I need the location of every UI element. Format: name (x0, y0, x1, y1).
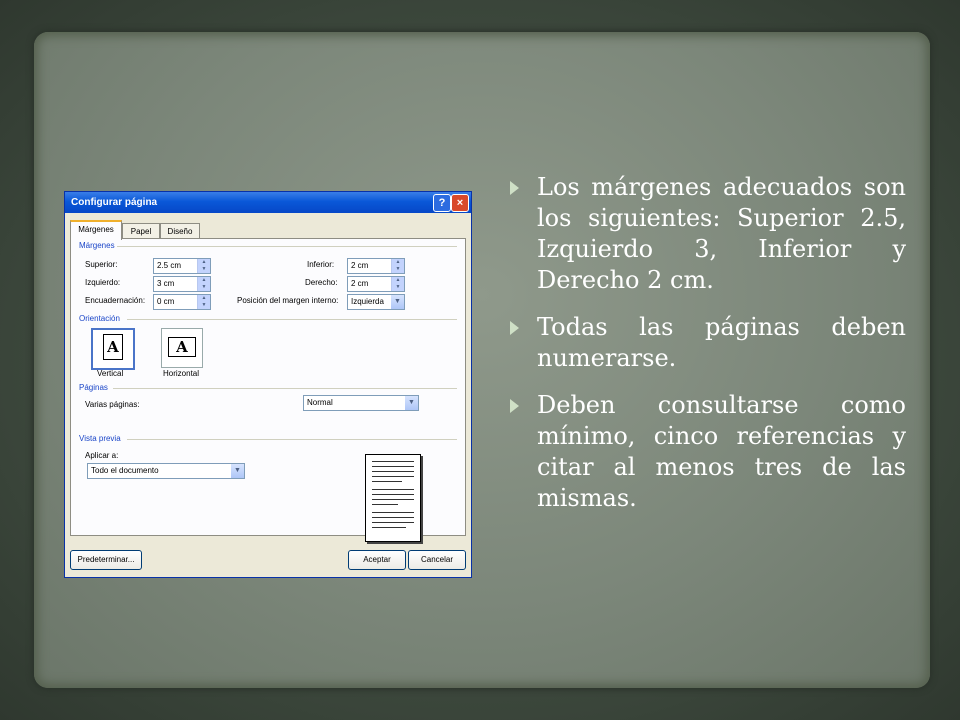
spin-up-icon[interactable]: ▲ (198, 295, 210, 302)
help-button[interactable]: ? (433, 194, 451, 212)
spin-down-icon[interactable]: ▼ (392, 284, 404, 291)
dialog-title: Configurar página (71, 197, 158, 208)
spin-up-icon[interactable]: ▲ (392, 277, 404, 284)
tab-papel[interactable]: Papel (122, 223, 160, 239)
posicion-margen-select[interactable]: Izquierda ▼ (347, 294, 405, 310)
triangle-bullet-icon (510, 399, 519, 413)
posicion-margen-label: Posición del margen interno: (237, 296, 339, 305)
encuadernacion-value: 0 cm (157, 297, 175, 306)
preview-line (372, 471, 414, 472)
derecho-label: Derecho: (305, 278, 338, 287)
inferior-spin-buttons[interactable]: ▲ ▼ (391, 259, 404, 273)
preview-line (372, 476, 414, 477)
predeterminar-button[interactable]: Predeterminar... (70, 550, 142, 570)
spin-up-icon[interactable]: ▲ (198, 277, 210, 284)
encuadernacion-spin-buttons[interactable]: ▲ ▼ (197, 295, 210, 309)
spin-down-icon[interactable]: ▼ (198, 302, 210, 309)
triangle-bullet-icon (510, 181, 519, 195)
preview-line (372, 494, 414, 495)
spin-up-icon[interactable]: ▲ (392, 259, 404, 266)
bullet-text: Todas las páginas deben numerarse. (537, 313, 906, 372)
chevron-down-icon[interactable]: ▼ (405, 396, 418, 410)
preview-line (372, 522, 414, 523)
preview-group-label: Vista previa (79, 434, 121, 443)
preview-line (372, 512, 414, 513)
tab-margenes[interactable]: Márgenes (70, 220, 122, 240)
varias-paginas-select[interactable]: Normal ▼ (303, 395, 419, 411)
preview-line (372, 527, 406, 528)
superior-label: Superior: (85, 260, 118, 269)
preview-line (372, 466, 414, 467)
varias-paginas-value: Normal (307, 398, 333, 407)
margins-group-divider (117, 246, 457, 247)
spin-down-icon[interactable]: ▼ (198, 284, 210, 291)
dialog-titlebar: Configurar página ? × (65, 192, 471, 213)
encuadernacion-spinner[interactable]: 0 cm ▲ ▼ (153, 294, 211, 310)
varias-paginas-label: Varias páginas: (85, 400, 140, 409)
preview-line (372, 517, 414, 518)
chevron-down-icon[interactable]: ▼ (231, 464, 244, 478)
pages-group-divider (113, 388, 457, 389)
close-button[interactable]: × (451, 194, 469, 212)
preview-line (372, 481, 402, 482)
horizontal-label: Horizontal (163, 369, 200, 378)
preview-group-divider (127, 439, 457, 440)
derecho-spin-buttons[interactable]: ▲ ▼ (391, 277, 404, 291)
margins-group-label: Márgenes (79, 241, 115, 250)
bullet-text: Deben consultarse como mínimo, cinco ref… (537, 391, 906, 512)
landscape-page-icon: A (168, 337, 196, 357)
derecho-spinner[interactable]: 2 cm ▲ ▼ (347, 276, 405, 292)
superior-spinner[interactable]: 2.5 cm ▲ ▼ (153, 258, 211, 274)
spin-down-icon[interactable]: ▼ (198, 266, 210, 273)
preview-line (372, 461, 414, 462)
chevron-down-icon[interactable]: ▼ (391, 295, 404, 309)
inferior-spinner[interactable]: 2 cm ▲ ▼ (347, 258, 405, 274)
preview-line (372, 499, 414, 500)
preview-line (372, 504, 398, 505)
bullet-text: Los márgenes adecuados son los siguiente… (537, 173, 906, 294)
bullet-item: Todas las páginas deben numerarse. (508, 312, 906, 374)
aplicar-a-label: Aplicar a: (85, 451, 119, 460)
page-setup-dialog: Configurar página ? × Márgenes Papel Dis… (64, 191, 472, 578)
izquierdo-spinner[interactable]: 3 cm ▲ ▼ (153, 276, 211, 292)
cancelar-button[interactable]: Cancelar (408, 550, 466, 570)
superior-spin-buttons[interactable]: ▲ ▼ (197, 259, 210, 273)
horizontal-orientation-button[interactable]: A (161, 328, 203, 368)
superior-value: 2.5 cm (157, 261, 182, 270)
derecho-value: 2 cm (351, 279, 369, 288)
preview-line (372, 489, 414, 490)
portrait-page-icon: A (103, 334, 123, 360)
izquierdo-label: Izquierdo: (85, 278, 121, 287)
posicion-margen-value: Izquierda (351, 297, 384, 306)
bullet-item: Deben consultarse como mínimo, cinco ref… (508, 390, 906, 514)
triangle-bullet-icon (510, 321, 519, 335)
aceptar-button[interactable]: Aceptar (348, 550, 406, 570)
orientation-group-divider (127, 319, 457, 320)
spin-up-icon[interactable]: ▲ (198, 259, 210, 266)
aplicar-a-select[interactable]: Todo el documento ▼ (87, 463, 245, 479)
encuadernacion-label: Encuadernación: (85, 296, 146, 305)
vertical-label: Vertical (97, 369, 124, 378)
page-preview-thumbnail (365, 454, 421, 542)
izquierdo-spin-buttons[interactable]: ▲ ▼ (197, 277, 210, 291)
pages-group-label: Páginas (79, 383, 108, 392)
inferior-label: Inferior: (307, 260, 335, 269)
vertical-orientation-button[interactable]: A (91, 328, 135, 370)
spin-down-icon[interactable]: ▼ (392, 266, 404, 273)
aplicar-a-value: Todo el documento (91, 466, 159, 475)
bullet-item: Los márgenes adecuados son los siguiente… (508, 172, 906, 296)
orientation-group-label: Orientación (79, 314, 120, 323)
izquierdo-value: 3 cm (157, 279, 175, 288)
slide-bullet-list: Los márgenes adecuados son los siguiente… (508, 172, 906, 530)
inferior-value: 2 cm (351, 261, 369, 270)
tab-diseno[interactable]: Diseño (160, 223, 200, 239)
